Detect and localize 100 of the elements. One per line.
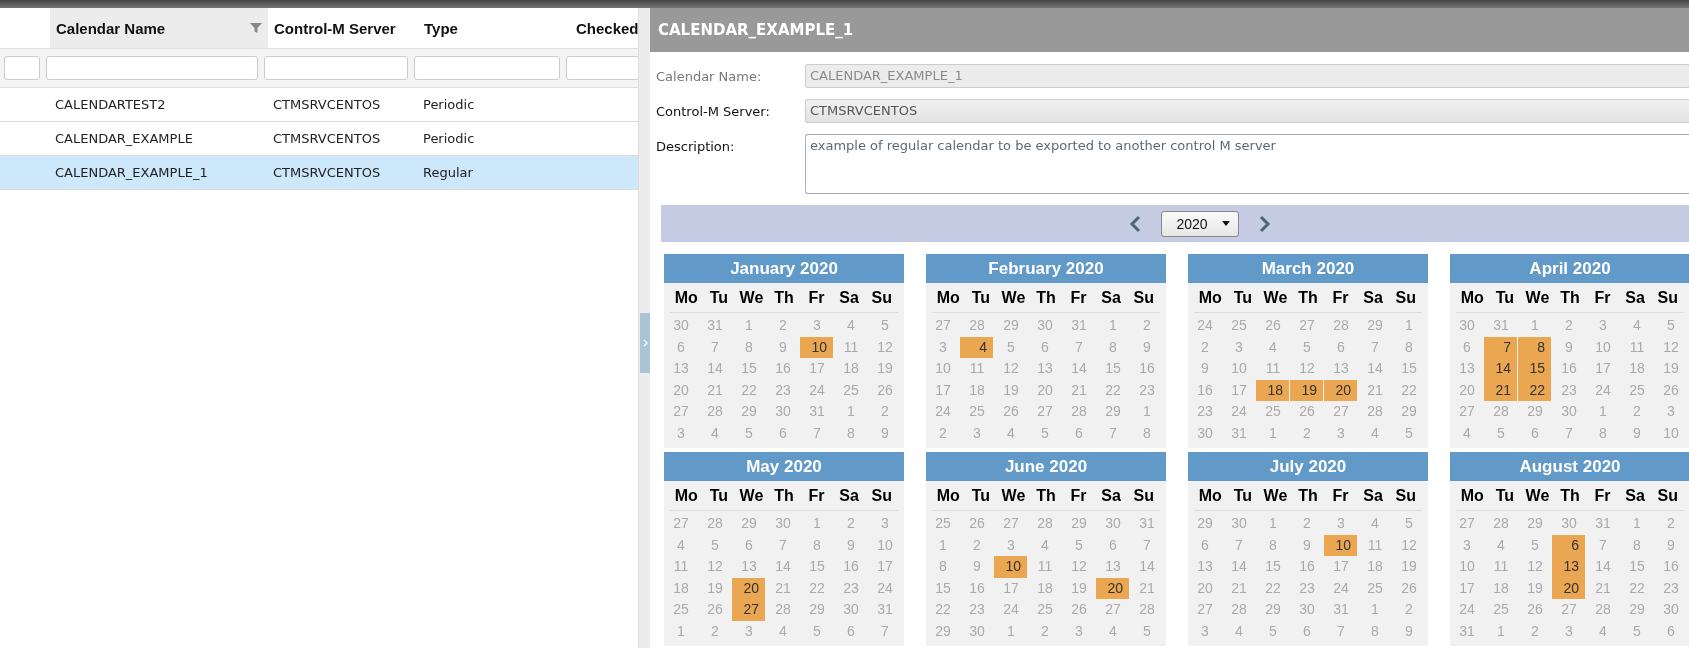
description-field[interactable]: example of regular calendar to be exported to another control M server — [805, 134, 1689, 194]
day-cell[interactable]: 4 — [1620, 315, 1654, 337]
day-cell[interactable]: 30 — [1450, 315, 1484, 337]
day-cell[interactable]: 14 — [1358, 358, 1392, 380]
day-cell[interactable]: 2 — [766, 315, 800, 337]
day-cell[interactable]: 31 — [868, 599, 902, 621]
day-cell[interactable]: 12 — [868, 336, 902, 359]
day-cell[interactable]: 13 — [732, 556, 766, 578]
day-cell[interactable]: 14 — [1484, 358, 1517, 380]
day-cell[interactable]: 26 — [994, 401, 1028, 423]
day-cell[interactable]: 9 — [868, 422, 902, 445]
day-cell[interactable]: 27 — [1188, 599, 1222, 621]
day-cell[interactable]: 30 — [766, 513, 800, 535]
previous-icon[interactable] — [1129, 214, 1142, 233]
filter-icon[interactable] — [250, 22, 262, 34]
day-cell[interactable]: 1 — [664, 620, 698, 643]
day-cell[interactable]: 10 — [1586, 336, 1620, 359]
day-cell[interactable]: 3 — [800, 315, 834, 337]
day-cell[interactable]: 2 — [1290, 513, 1324, 535]
day-cell[interactable]: 23 — [1290, 577, 1324, 600]
day-cell[interactable]: 21 — [1130, 577, 1164, 600]
day-cell[interactable]: 5 — [994, 336, 1028, 359]
filter-field[interactable] — [566, 56, 638, 80]
day-cell[interactable]: 3 — [1324, 422, 1358, 445]
day-cell[interactable]: 4 — [960, 336, 993, 359]
day-cell[interactable]: 29 — [1188, 513, 1222, 535]
day-cell[interactable]: 28 — [1324, 315, 1358, 337]
day-cell[interactable]: 2 — [1518, 620, 1552, 643]
day-cell[interactable]: 17 — [1450, 577, 1484, 600]
year-dropdown[interactable]: 2020 — [1161, 210, 1239, 237]
day-cell[interactable]: 7 — [766, 534, 800, 557]
day-cell[interactable]: 1 — [926, 534, 960, 557]
day-cell[interactable]: 13 — [1552, 556, 1585, 578]
day-cell[interactable]: 28 — [766, 599, 800, 621]
day-cell[interactable]: 14 — [1062, 358, 1096, 380]
day-cell[interactable]: 31 — [800, 401, 834, 423]
day-cell[interactable]: 5 — [1620, 620, 1654, 643]
day-cell[interactable]: 4 — [1222, 620, 1256, 643]
day-cell[interactable]: 31 — [1586, 513, 1620, 535]
day-cell[interactable]: 14 — [698, 358, 732, 380]
day-cell[interactable]: 1 — [1392, 315, 1426, 337]
day-cell[interactable]: 4 — [1096, 620, 1130, 643]
day-cell[interactable]: 19 — [868, 358, 902, 380]
day-cell[interactable]: 20 — [1096, 577, 1129, 600]
day-cell[interactable]: 15 — [800, 556, 834, 578]
day-cell[interactable]: 7 — [800, 422, 834, 445]
day-cell[interactable]: 12 — [994, 358, 1028, 380]
day-cell[interactable]: 28 — [960, 315, 994, 337]
day-cell[interactable]: 23 — [766, 379, 800, 402]
day-cell[interactable]: 19 — [1062, 577, 1096, 600]
day-cell[interactable]: 28 — [698, 513, 732, 535]
day-cell[interactable]: 27 — [1450, 401, 1484, 423]
day-cell[interactable]: 6 — [1028, 336, 1062, 359]
day-cell[interactable]: 28 — [1222, 599, 1256, 621]
day-cell[interactable]: 3 — [1324, 513, 1358, 535]
day-cell[interactable]: 17 — [994, 577, 1028, 600]
day-cell[interactable]: 14 — [1586, 556, 1620, 578]
day-cell[interactable]: 29 — [994, 315, 1028, 337]
day-cell[interactable]: 21 — [1358, 379, 1392, 402]
day-cell[interactable]: 23 — [960, 599, 994, 621]
day-cell[interactable]: 2 — [868, 401, 902, 423]
day-cell[interactable]: 7 — [1130, 534, 1164, 557]
day-cell[interactable]: 7 — [1484, 336, 1517, 359]
day-cell[interactable]: 13 — [664, 358, 698, 380]
day-cell[interactable]: 16 — [1188, 379, 1222, 402]
day-cell[interactable]: 5 — [698, 534, 732, 557]
day-cell[interactable]: 9 — [1290, 534, 1324, 557]
day-cell[interactable]: 30 — [834, 599, 868, 621]
day-cell[interactable]: 4 — [1450, 422, 1484, 445]
day-cell[interactable]: 10 — [1450, 556, 1484, 578]
day-cell[interactable]: 9 — [1620, 422, 1654, 445]
day-cell[interactable]: 7 — [868, 620, 902, 643]
day-cell[interactable]: 1 — [1130, 401, 1164, 423]
day-cell[interactable]: 27 — [1096, 599, 1130, 621]
day-cell[interactable]: 17 — [1222, 379, 1256, 402]
day-cell[interactable]: 3 — [868, 513, 902, 535]
day-cell[interactable]: 31 — [1222, 422, 1256, 445]
day-cell[interactable]: 4 — [766, 620, 800, 643]
day-cell[interactable]: 9 — [1188, 358, 1222, 380]
day-cell[interactable]: 18 — [1484, 577, 1518, 600]
day-cell[interactable]: 9 — [1654, 534, 1688, 557]
day-cell[interactable]: 5 — [1062, 534, 1096, 557]
day-cell[interactable]: 28 — [1130, 599, 1164, 621]
day-cell[interactable]: 18 — [1620, 358, 1654, 380]
day-cell[interactable]: 6 — [1188, 534, 1222, 557]
day-cell[interactable]: 2 — [834, 513, 868, 535]
day-cell[interactable]: 23 — [1130, 379, 1164, 402]
day-cell[interactable]: 4 — [1256, 336, 1290, 359]
day-cell[interactable]: 21 — [1484, 379, 1517, 402]
day-cell[interactable]: 5 — [1256, 620, 1290, 643]
day-cell[interactable]: 14 — [1130, 556, 1164, 578]
day-cell[interactable]: 8 — [800, 534, 834, 557]
day-cell[interactable]: 3 — [994, 534, 1028, 557]
day-cell[interactable]: 9 — [834, 534, 868, 557]
next-icon[interactable] — [1258, 214, 1271, 233]
day-cell[interactable]: 8 — [1392, 336, 1426, 359]
day-cell[interactable]: 19 — [1392, 556, 1426, 578]
day-cell[interactable]: 24 — [1450, 599, 1484, 621]
day-cell[interactable]: 8 — [1130, 422, 1164, 445]
day-cell[interactable]: 21 — [766, 577, 800, 600]
